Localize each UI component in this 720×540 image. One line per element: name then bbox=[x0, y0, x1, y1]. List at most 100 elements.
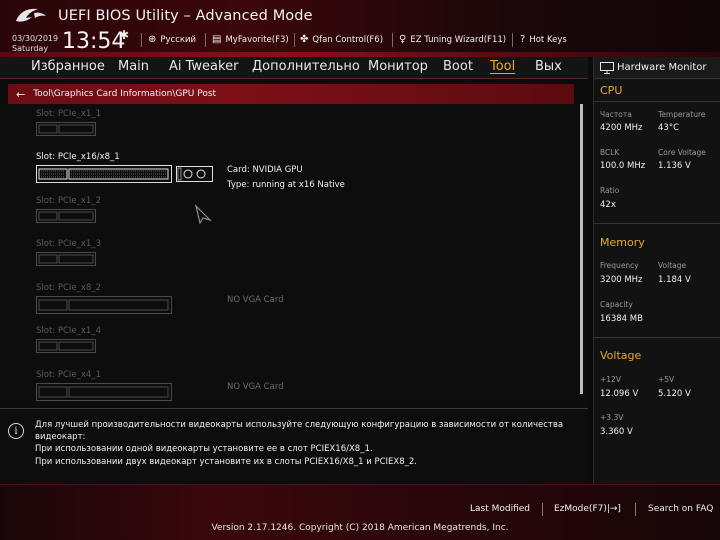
header-bar: UEFI BIOS Utility – Advanced Mode 03/30/… bbox=[0, 0, 720, 57]
app-title: UEFI BIOS Utility – Advanced Mode bbox=[58, 8, 313, 24]
hot-keys-button[interactable]: ? Hot Keys bbox=[520, 33, 567, 47]
header-divider bbox=[141, 33, 142, 47]
time-settings-gear-icon[interactable]: ✱ bbox=[119, 28, 129, 42]
slot-label: Slot: PCIe_x1_3 bbox=[36, 239, 101, 249]
weekday-display: Saturday bbox=[12, 44, 49, 53]
slot-pcie-x16-x8-1: Slot: PCIe_x16/x8_1 bbox=[36, 152, 216, 183]
slot-pcie-x1-3: Slot: PCIe_x1_3 bbox=[36, 239, 101, 266]
language-label: Русский bbox=[160, 35, 197, 45]
memory-heading: Memory bbox=[600, 236, 645, 249]
slot-pcie-x1-2: Slot: PCIe_x1_2 bbox=[36, 196, 101, 223]
main-nav: Избранное Main Ai Tweaker Дополнительно … bbox=[0, 57, 588, 79]
slot-status-no-vga: NO VGA Card bbox=[227, 382, 284, 392]
fan-icon: ✤ bbox=[300, 34, 309, 45]
tab-favorites[interactable]: Избранное bbox=[31, 59, 105, 74]
memory-frequency-label: Frequency bbox=[600, 261, 639, 270]
myfavorite-label: MyFavorite(F3) bbox=[225, 35, 289, 45]
lightbulb-icon: ♀ bbox=[399, 34, 407, 45]
3v3-label: +3.3V bbox=[600, 413, 624, 422]
pcie-x8-slot-icon bbox=[36, 296, 172, 314]
language-button[interactable]: ⊕ Русский bbox=[148, 33, 196, 47]
last-modified-button[interactable]: Last Modified bbox=[470, 504, 530, 514]
cpu-temperature-value: 43°C bbox=[658, 123, 680, 133]
slot-pcie-x1-4: Slot: PCIe_x1_4 bbox=[36, 326, 101, 353]
cpu-temperature-label: Temperature bbox=[658, 110, 706, 119]
mouse-cursor-icon bbox=[194, 204, 213, 224]
hotkeys-icon: ? bbox=[520, 34, 526, 45]
ez-tuning-wizard-label: EZ Tuning Wizard(F11) bbox=[410, 35, 507, 45]
qfan-control-label: Qfan Control(F6) bbox=[312, 35, 384, 45]
favorite-icon: ▤ bbox=[212, 34, 222, 45]
footer-bar: Last Modified EzMode(F7)|→] Search on FA… bbox=[0, 484, 720, 540]
cpu-heading: CPU bbox=[600, 84, 623, 97]
pcie-x1-slot-icon bbox=[36, 252, 96, 266]
help-line: При использовании двух видеокарт установ… bbox=[35, 456, 418, 467]
bclk-value: 100.0 MHz bbox=[600, 161, 646, 171]
tab-tool[interactable]: Tool bbox=[490, 59, 515, 74]
version-text: Version 2.17.1246. Copyright (C) 2018 Am… bbox=[211, 523, 509, 533]
hardware-monitor-header: Hardware Monitor bbox=[594, 57, 720, 79]
core-voltage-value: 1.136 V bbox=[658, 161, 691, 171]
memory-voltage-label: Voltage bbox=[658, 261, 687, 270]
header-divider bbox=[392, 33, 393, 47]
qfan-control-button[interactable]: ✤ Qfan Control(F6) bbox=[300, 33, 383, 47]
help-text: Для лучшей производительности видеокарты… bbox=[35, 419, 580, 468]
tab-ai-tweaker[interactable]: Ai Tweaker bbox=[169, 59, 238, 74]
search-faq-button[interactable]: Search on FAQ bbox=[648, 504, 713, 514]
tab-boot[interactable]: Boot bbox=[443, 59, 473, 74]
pcie-x4-slot-icon bbox=[36, 383, 172, 401]
pcie-x1-slot-icon bbox=[36, 339, 96, 353]
slot-pcie-x1-1: Slot: PCIe_x1_1 bbox=[36, 109, 101, 136]
back-arrow-icon[interactable]: ← bbox=[16, 88, 25, 101]
ratio-label: Ratio bbox=[600, 186, 620, 195]
12v-value: 12.096 V bbox=[600, 389, 639, 399]
header-divider bbox=[205, 33, 206, 47]
ezmode-button[interactable]: EzMode(F7)|→] bbox=[554, 504, 621, 514]
ratio-value: 42x bbox=[600, 200, 616, 210]
tab-monitor[interactable]: Монитор bbox=[368, 59, 428, 74]
cpu-frequency-value: 4200 MHz bbox=[600, 123, 643, 133]
gpu-card-type: Type: running at x16 Native bbox=[227, 180, 345, 190]
ez-tuning-wizard-button[interactable]: ♀ EZ Tuning Wizard(F11) bbox=[399, 33, 506, 47]
3v3-value: 3.360 V bbox=[600, 427, 633, 437]
5v-label: +5V bbox=[658, 375, 675, 384]
slot-pcie-x4-1: Slot: PCIe_x4_1 bbox=[36, 370, 172, 401]
footer-divider bbox=[635, 503, 636, 516]
slot-status-no-vga: NO VGA Card bbox=[227, 295, 284, 305]
help-line: видеокарт: bbox=[35, 432, 86, 443]
section-divider bbox=[594, 223, 720, 224]
tab-exit[interactable]: Вых bbox=[535, 59, 562, 74]
myfavorite-button[interactable]: ▤ MyFavorite(F3) bbox=[212, 33, 289, 47]
hot-keys-label: Hot Keys bbox=[529, 35, 567, 45]
rog-logo-icon bbox=[16, 8, 46, 22]
slot-label: Slot: PCIe_x1_1 bbox=[36, 109, 101, 119]
slot-pcie-x8-2: Slot: PCIe_x8_2 bbox=[36, 283, 172, 314]
help-line: Для лучшей производительности видеокарты… bbox=[35, 420, 564, 430]
slot-label: Slot: PCIe_x1_4 bbox=[36, 326, 101, 336]
breadcrumb[interactable]: ← Tool\Graphics Card Information\GPU Pos… bbox=[8, 84, 574, 104]
slot-label: Slot: PCIe_x4_1 bbox=[36, 370, 101, 380]
help-line: При использовании одной видеокарты устан… bbox=[35, 444, 373, 455]
breadcrumb-path: Tool\Graphics Card Information\GPU Post bbox=[33, 89, 217, 99]
main-scrollbar[interactable] bbox=[580, 104, 583, 394]
5v-value: 5.120 V bbox=[658, 389, 691, 399]
memory-voltage-value: 1.184 V bbox=[658, 275, 691, 285]
slot-label: Slot: PCIe_x1_2 bbox=[36, 196, 101, 206]
help-info-bar: i Для лучшей производительности видеокар… bbox=[0, 408, 588, 484]
bclk-label: BCLK bbox=[600, 148, 620, 157]
time-display[interactable]: 13:54 bbox=[62, 29, 125, 54]
footer-divider bbox=[542, 503, 543, 516]
cpu-frequency-label: Частота bbox=[600, 110, 632, 119]
memory-frequency-value: 3200 MHz bbox=[600, 275, 643, 285]
core-voltage-label: Core Voltage bbox=[658, 148, 706, 157]
tab-main[interactable]: Main bbox=[118, 59, 149, 74]
monitor-icon bbox=[600, 61, 614, 74]
hardware-monitor-panel: Hardware Monitor CPU Частота Temperature… bbox=[593, 57, 720, 484]
date-display: 03/30/2019 bbox=[12, 34, 59, 43]
info-icon: i bbox=[8, 423, 24, 439]
section-divider bbox=[594, 337, 720, 338]
tab-advanced[interactable]: Дополнительно bbox=[252, 59, 360, 74]
12v-label: +12V bbox=[600, 375, 621, 384]
slot-label: Slot: PCIe_x16/x8_1 bbox=[36, 152, 120, 162]
voltage-heading: Voltage bbox=[600, 349, 642, 362]
